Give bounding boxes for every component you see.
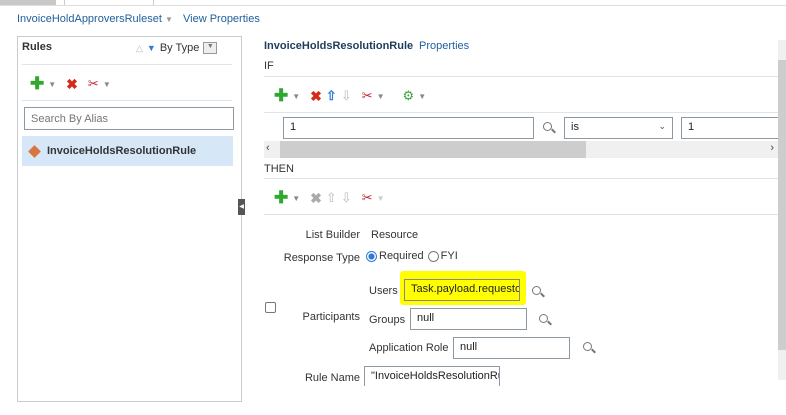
vertical-scrollbar[interactable] [778,40,786,380]
scroll-left-icon[interactable]: ‹ [266,142,270,154]
list-builder-value: Resource [371,229,419,241]
sort-label: By Type [159,42,200,54]
chevron-down-icon[interactable]: ▼ [103,80,111,89]
move-down-icon: ⇩ [340,190,352,205]
collapse-panel-handle[interactable]: ◀ [238,199,245,215]
condition-operator-select[interactable]: is ⌄ [564,117,673,139]
sort-control[interactable]: △ ▼ By Type ▼ [136,42,218,54]
divider [264,112,778,113]
search-icon[interactable] [531,285,545,299]
search-icon[interactable] [538,313,552,327]
divider [264,76,778,77]
operator-value: is [571,121,579,133]
rule-title: InvoiceHoldsResolutionRule [264,40,414,52]
gear-icon[interactable]: ⚙ [403,88,415,104]
radio-required-label: Required [379,250,424,262]
search-by-alias-input[interactable] [24,107,234,130]
users-input[interactable]: Task.payload.requestor [404,279,520,301]
rules-title: Rules [22,41,52,53]
then-label: THEN [264,163,294,175]
move-up-icon[interactable]: ⇧ [326,88,337,104]
rules-toolbar: ✚ ▼ ✖ ✂ ▼ [30,74,117,94]
add-icon[interactable]: ✚ [274,86,288,106]
divider [264,178,778,179]
if-toolbar: ✚ ▼ ✖ ⇧ ⇩ ✂ ▼ ⚙ ▼ [274,86,432,106]
condition-left-input[interactable]: 1 [283,117,534,139]
application-role-input[interactable]: null [453,337,570,359]
radio-fyi-label: FYI [440,250,458,262]
rule-name-label: Rule Name [304,372,360,384]
ruleset-dropdown[interactable]: InvoiceHoldApproversRuleset ▼ [17,13,173,25]
divider [22,64,232,65]
ruleset-name: InvoiceHoldApproversRuleset [17,13,162,25]
view-properties-link[interactable]: View Properties [183,13,260,25]
response-type-label: Response Type [283,252,360,264]
condition-right-input[interactable]: 1 [681,117,786,139]
delete-icon: ✖ [310,189,322,206]
chevron-down-icon[interactable]: ▼ [418,92,426,101]
chevron-down-icon[interactable]: ▼ [292,92,300,101]
add-icon[interactable]: ✚ [30,74,44,94]
search-icon[interactable] [582,341,596,355]
search-icon[interactable] [542,121,556,135]
groups-input[interactable]: null [410,308,527,330]
radio-required[interactable] [366,250,377,262]
application-role-label: Application Role [369,342,449,354]
scrollbar-thumb[interactable] [778,60,786,350]
add-icon[interactable]: ✚ [274,188,288,208]
rules-panel: Rules △ ▼ By Type ▼ ✚ ▼ ✖ ✂ ▼ InvoiceHolds… [17,36,242,402]
cut-icon[interactable]: ✂ [362,88,373,104]
participants-label: Participants [302,311,360,323]
rule-name-input[interactable]: "InvoiceHoldsResolutionRul [364,366,500,386]
sort-dropdown-button[interactable]: ▼ [203,42,218,54]
list-builder-label: List Builder [305,229,360,241]
response-type-group: Required FYI [366,250,458,262]
sort-ascending-icon[interactable]: △ [136,43,143,54]
radio-fyi[interactable] [427,250,439,262]
chevron-down-icon: ⌄ [658,121,666,131]
rule-label: InvoiceHoldsResolutionRule [47,145,197,157]
delete-icon[interactable]: ✖ [66,76,78,93]
chevron-down-icon: ▼ [376,193,385,203]
top-tab-bar-divider [0,5,786,6]
scrollbar-thumb[interactable] [280,141,586,158]
rule-list-item[interactable]: InvoiceHoldsResolutionRule [22,136,233,166]
groups-label: Groups [369,314,406,326]
move-up-icon: ⇧ [325,190,337,205]
sort-descending-icon[interactable]: ▼ [147,43,156,53]
rule-properties-link[interactable]: Properties [419,40,469,52]
chevron-down-icon[interactable]: ▼ [48,80,56,89]
chevron-down-icon: ▼ [164,15,173,24]
chevron-down-icon[interactable]: ▼ [377,92,385,101]
users-label: Users [369,285,398,297]
if-label: IF [264,60,274,72]
horizontal-scrollbar[interactable]: ‹ › [264,141,778,158]
cut-icon[interactable]: ✂ [362,190,373,206]
scroll-right-icon[interactable]: › [770,142,774,154]
divider [22,100,232,101]
move-down-icon[interactable]: ⇩ [341,88,352,104]
then-toolbar: ✚ ▼ ✖ ⇧ ⇩ ✂ ▼ [274,188,391,208]
divider [264,214,778,215]
delete-icon[interactable]: ✖ [310,88,322,105]
chevron-down-icon[interactable]: ▼ [292,194,300,203]
cut-icon[interactable]: ✂ [88,76,99,92]
rule-diamond-icon [28,144,41,158]
